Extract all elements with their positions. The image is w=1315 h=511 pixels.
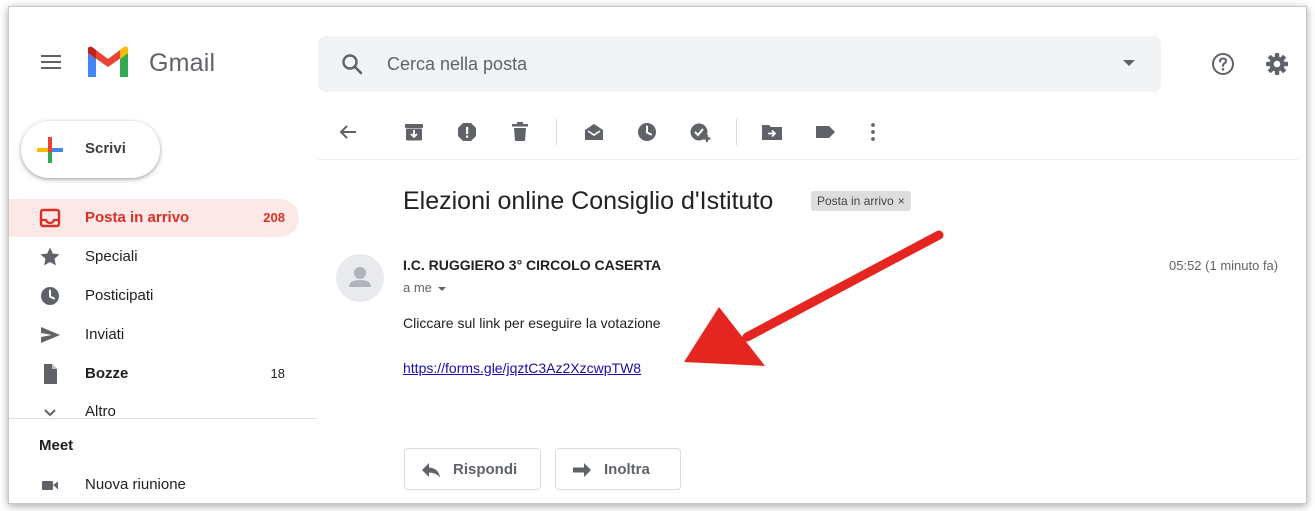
toolbar-divider-line	[318, 159, 1298, 160]
video-icon	[42, 481, 58, 490]
gmail-logo[interactable]	[85, 45, 131, 79]
delete-icon[interactable]	[508, 120, 532, 144]
message-body: Cliccare sul link per eseguire la votazi…	[403, 315, 661, 331]
reply-icon	[422, 463, 440, 478]
app-name: Gmail	[149, 49, 216, 77]
clock-icon	[41, 287, 59, 305]
mark-unread-icon[interactable]	[582, 120, 606, 144]
gmail-window: Gmail Cerca nella posta Scrivi Posta in …	[8, 6, 1307, 504]
label-chip[interactable]: Posta in arrivo ×	[811, 191, 911, 211]
main-menu-icon[interactable]	[41, 54, 61, 70]
toolbar-divider	[556, 119, 557, 145]
sidebar-divider	[9, 418, 317, 419]
sidebar-item-more[interactable]: Altro	[9, 393, 299, 431]
toolbar-divider	[736, 119, 737, 145]
compose-label: Scrivi	[85, 140, 126, 157]
reply-button[interactable]: Rispondi	[404, 448, 541, 490]
star-icon	[40, 247, 60, 266]
sidebar-item-label: Posta in arrivo	[85, 209, 190, 226]
archive-icon[interactable]	[402, 120, 426, 144]
report-spam-icon[interactable]	[455, 120, 479, 144]
more-vert-icon[interactable]	[861, 120, 885, 144]
message-subject: Elezioni online Consiglio d'Istituto	[403, 187, 774, 215]
send-icon	[41, 327, 60, 343]
recipient-dropdown[interactable]: a me	[403, 280, 446, 295]
search-icon[interactable]	[340, 52, 364, 76]
add-task-icon[interactable]	[688, 120, 712, 144]
sidebar-item-label: Speciali	[85, 248, 138, 265]
help-icon[interactable]	[1211, 52, 1235, 76]
sidebar-item-starred[interactable]: Speciali	[9, 238, 299, 276]
meet-new-meeting[interactable]: Nuova riunione	[9, 466, 299, 503]
gear-icon[interactable]	[1264, 51, 1290, 77]
draft-icon	[44, 364, 57, 384]
person-icon	[349, 267, 371, 287]
chevron-down-icon	[44, 409, 56, 417]
forward-button[interactable]: Inoltra	[555, 448, 681, 490]
sidebar-item-label: Bozze	[85, 365, 129, 382]
sidebar-item-label: Nuova riunione	[85, 476, 186, 493]
drafts-count: 18	[270, 366, 285, 381]
sidebar-item-label: Posticipati	[85, 287, 154, 304]
forward-icon	[573, 463, 591, 477]
remove-label-icon[interactable]: ×	[898, 194, 905, 208]
move-to-icon[interactable]	[760, 120, 784, 144]
label-chip-text: Posta in arrivo	[817, 194, 894, 208]
message-link[interactable]: https://forms.gle/jqztC3Az2XzcwpTW8	[403, 360, 641, 376]
back-arrow-icon[interactable]	[336, 120, 360, 144]
search-options-icon[interactable]	[1123, 60, 1135, 66]
unread-count: 208	[263, 210, 285, 225]
chevron-down-icon	[437, 286, 446, 291]
compose-button[interactable]: Scrivi	[21, 121, 160, 178]
plus-icon	[37, 137, 63, 163]
sidebar-item-label: Inviati	[85, 326, 125, 343]
avatar	[336, 254, 384, 302]
meet-section-title: Meet	[39, 437, 74, 454]
sidebar-item-inbox[interactable]: Posta in arrivo 208	[9, 199, 299, 237]
sender-name[interactable]: I.C. RUGGIERO 3° CIRCOLO CASERTA	[403, 257, 661, 273]
search-input[interactable]: Cerca nella posta	[387, 54, 527, 75]
reply-label: Rispondi	[453, 461, 518, 478]
label-icon[interactable]	[813, 120, 837, 144]
sidebar-item-snoozed[interactable]: Posticipati	[9, 277, 299, 315]
recipient-label: a me	[403, 280, 432, 295]
search-bar[interactable]: Cerca nella posta	[318, 36, 1161, 92]
snooze-icon[interactable]	[635, 120, 659, 144]
sidebar-item-sent[interactable]: Inviati	[9, 316, 299, 354]
inbox-icon	[39, 208, 61, 228]
message-time: 05:52 (1 minuto fa)	[1169, 258, 1279, 273]
forward-label: Inoltra	[604, 461, 650, 478]
sidebar-item-drafts[interactable]: Bozze 18	[9, 355, 299, 393]
